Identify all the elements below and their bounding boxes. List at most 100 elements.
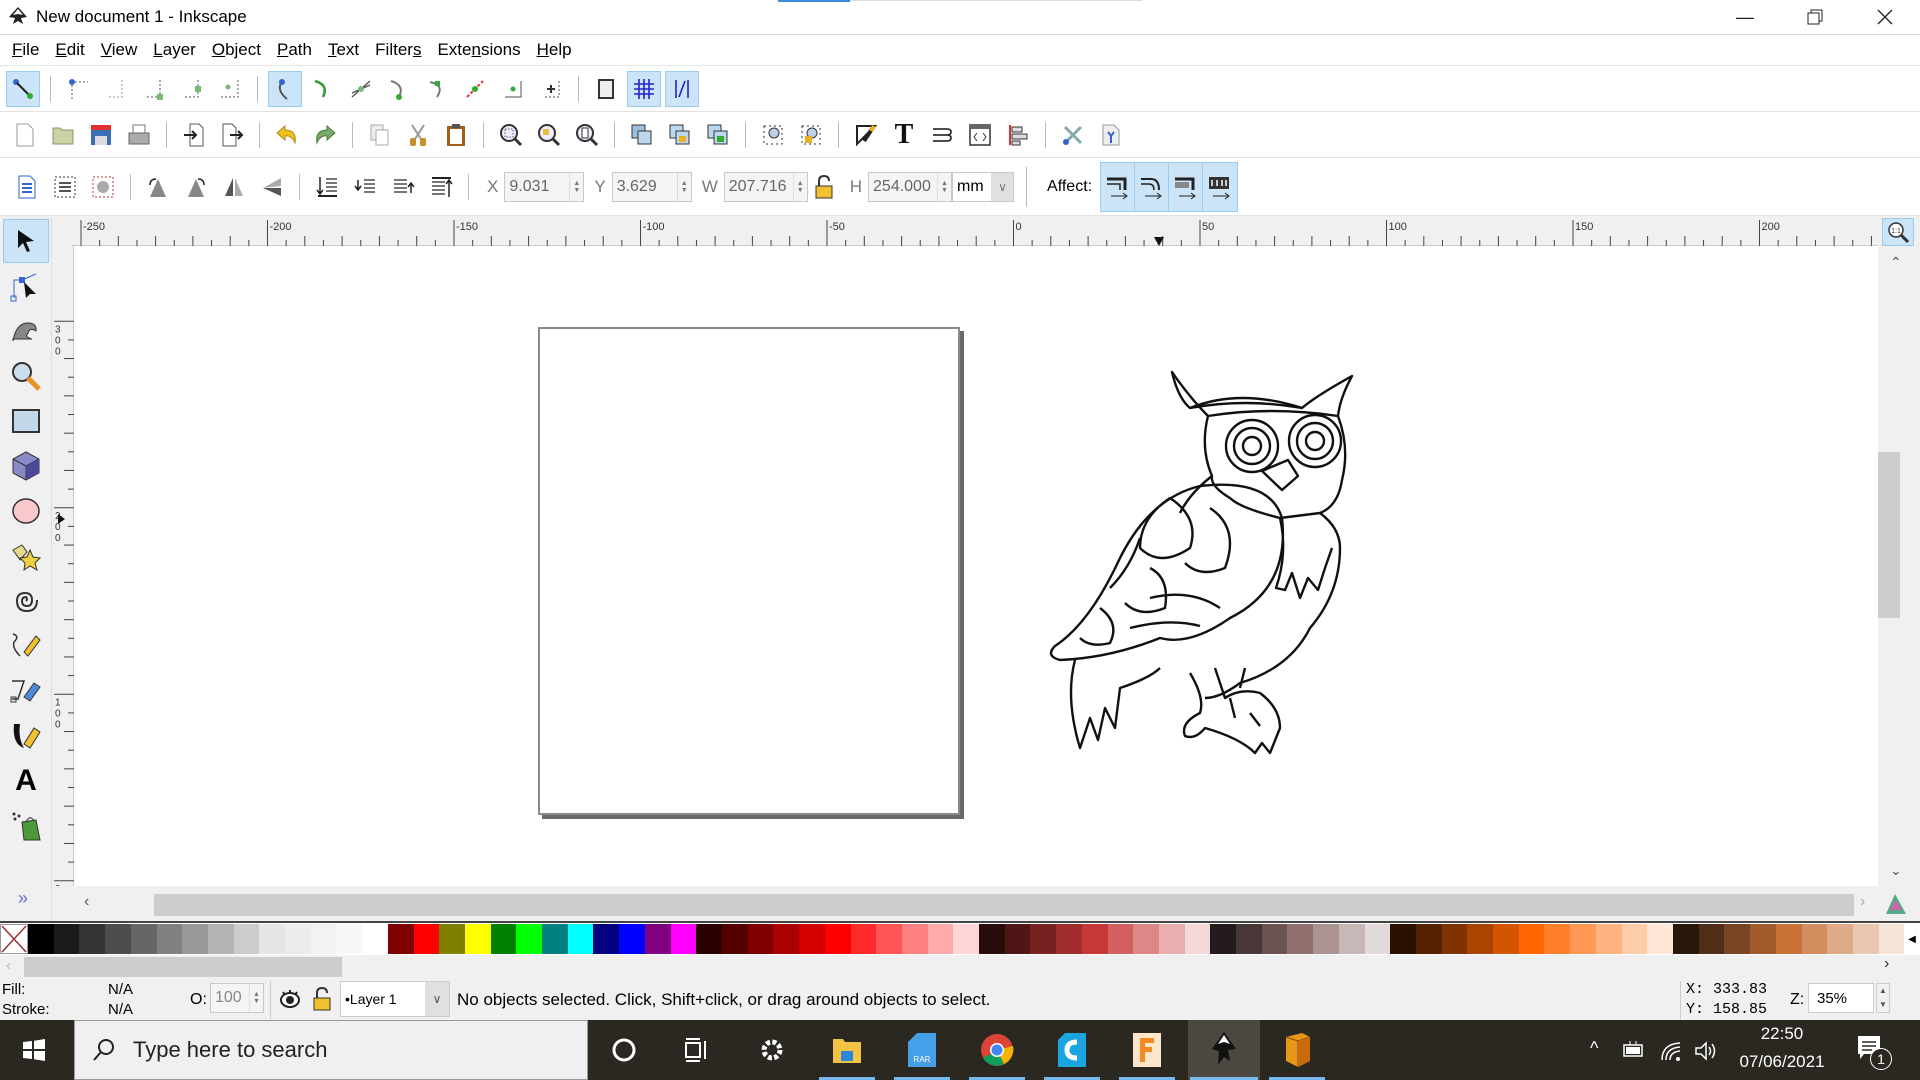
color-swatch[interactable]	[413, 924, 440, 954]
zoom-field[interactable]: 35%	[1808, 983, 1874, 1013]
color-swatch[interactable]	[516, 924, 543, 954]
zoom-value[interactable]: 35%	[1817, 990, 1847, 1007]
palette-scroll-right[interactable]: ›	[1884, 955, 1889, 973]
close-button[interactable]	[1850, 0, 1920, 34]
snap-bbox-corners-button[interactable]	[137, 71, 171, 107]
tool-text[interactable]: A	[3, 759, 49, 803]
menu-text[interactable]: Text	[320, 40, 367, 60]
xml-editor-button[interactable]	[963, 117, 997, 153]
palette-scroll-left[interactable]: ‹	[6, 957, 11, 974]
color-swatch[interactable]	[670, 924, 697, 954]
color-swatch[interactable]	[1647, 924, 1673, 954]
redo-button[interactable]	[308, 117, 342, 153]
no-paint-swatch[interactable]	[0, 924, 28, 954]
layer-select[interactable]: •Layer 1 ∨	[340, 981, 450, 1017]
lock-proportions-button[interactable]	[810, 169, 838, 205]
color-swatch[interactable]	[1133, 924, 1159, 954]
color-swatch[interactable]	[1467, 924, 1494, 954]
color-swatch[interactable]	[1261, 924, 1288, 954]
menu-edit[interactable]: Edit	[47, 40, 92, 60]
color-swatch[interactable]	[259, 924, 286, 954]
color-swatch[interactable]	[182, 924, 208, 954]
new-document-button[interactable]	[8, 117, 42, 153]
menu-filters[interactable]: Filters	[367, 40, 429, 60]
color-swatch[interactable]	[1313, 924, 1339, 954]
snap-bbox-midpoints-button[interactable]	[175, 71, 209, 107]
color-swatch[interactable]	[1338, 924, 1365, 954]
opacity-value[interactable]: 100	[211, 989, 249, 1007]
snap-bbox-centers-button[interactable]	[213, 71, 247, 107]
color-swatch[interactable]	[799, 924, 825, 954]
menu-extensions[interactable]: Extensions	[429, 40, 528, 60]
color-swatch[interactable]	[1544, 924, 1571, 954]
tool-node[interactable]	[3, 264, 49, 308]
color-swatch[interactable]	[490, 924, 517, 954]
zoom-page-button[interactable]	[570, 117, 604, 153]
ccleaner-button[interactable]	[1042, 1020, 1102, 1080]
chrome-button[interactable]	[967, 1020, 1027, 1080]
enable-snapping-button[interactable]	[6, 70, 40, 107]
move-patterns-button[interactable]	[1203, 163, 1237, 211]
h-value[interactable]: 254.000	[869, 178, 937, 196]
text-font-button[interactable]: T	[887, 117, 921, 153]
color-swatch[interactable]	[1441, 924, 1468, 954]
stroke-value[interactable]: N/A	[108, 1001, 133, 1018]
palette-menu-arrow[interactable]: ◀	[1904, 924, 1920, 954]
snap-bbox-button[interactable]	[61, 71, 95, 107]
color-swatch[interactable]	[1030, 924, 1057, 954]
color-swatch[interactable]	[130, 924, 157, 954]
color-swatch[interactable]	[1210, 924, 1237, 954]
owl-drawing[interactable]	[1040, 368, 1362, 760]
color-swatch[interactable]	[156, 924, 183, 954]
color-swatch[interactable]	[336, 924, 363, 954]
fill-value[interactable]: N/A	[108, 981, 133, 998]
tool-rectangle[interactable]	[3, 399, 49, 443]
color-swatch[interactable]	[1056, 924, 1082, 954]
select-all-button[interactable]	[10, 169, 44, 205]
undo-button[interactable]	[270, 117, 304, 153]
color-swatch[interactable]	[1852, 924, 1879, 954]
color-swatch[interactable]	[53, 924, 80, 954]
import-button[interactable]	[177, 117, 211, 153]
toggle-layer-visibility[interactable]	[278, 988, 302, 1014]
snap-grids-button[interactable]	[627, 70, 661, 107]
snap-intersections-button[interactable]	[344, 71, 378, 107]
color-swatch[interactable]	[1390, 924, 1416, 954]
scroll-left-arrow[interactable]: ‹	[84, 893, 89, 911]
color-swatch[interactable]	[1184, 924, 1211, 954]
color-swatch[interactable]	[362, 924, 388, 954]
w-value[interactable]: 207.716	[725, 178, 793, 196]
raise-button[interactable]	[386, 169, 420, 205]
color-swatch[interactable]	[721, 924, 748, 954]
inkscape-taskbar-button[interactable]	[1188, 1020, 1260, 1080]
settings-taskbar-button[interactable]	[742, 1020, 802, 1080]
color-swatch[interactable]	[1827, 924, 1853, 954]
scale-stroke-button[interactable]	[1101, 162, 1136, 211]
menu-help[interactable]: Help	[529, 40, 580, 60]
color-swatch[interactable]	[1236, 924, 1262, 954]
vertical-scrollbar[interactable]: 1:1 ⌃ ⌄	[1878, 218, 1920, 886]
scale-corners-button[interactable]	[1135, 162, 1170, 211]
rotate-ccw-button[interactable]	[141, 169, 175, 205]
duplicate-object-button[interactable]	[625, 117, 659, 153]
color-swatch[interactable]	[593, 924, 620, 954]
snap-cusp-nodes-button[interactable]	[382, 71, 416, 107]
color-swatch[interactable]	[1801, 924, 1828, 954]
tool-star[interactable]	[3, 534, 49, 578]
tool-pen[interactable]	[3, 669, 49, 713]
color-swatch[interactable]	[1004, 924, 1031, 954]
clock-date[interactable]: 07/06/2021	[1726, 1052, 1838, 1072]
color-swatch[interactable]	[207, 924, 234, 954]
color-swatch[interactable]	[850, 924, 877, 954]
taskbar-search-box[interactable]: Type here to search	[74, 1020, 588, 1080]
battery-icon[interactable]	[1622, 1040, 1646, 1064]
preferences-button[interactable]	[1056, 117, 1090, 153]
flip-horizontal-button[interactable]	[217, 169, 251, 205]
color-swatch[interactable]	[1158, 924, 1185, 954]
color-swatch[interactable]	[1621, 924, 1648, 954]
color-swatch[interactable]	[1287, 924, 1314, 954]
snap-to-paths-button[interactable]	[306, 71, 340, 107]
tool-selector[interactable]	[3, 219, 49, 263]
raise-to-top-button[interactable]	[424, 169, 458, 205]
color-swatch[interactable]	[542, 924, 568, 954]
